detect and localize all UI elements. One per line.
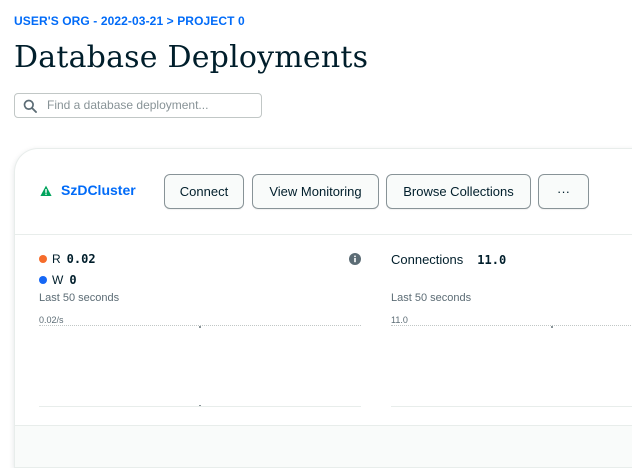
connections-value: 11.0 <box>477 252 507 267</box>
browse-collections-button[interactable]: Browse Collections <box>386 174 531 209</box>
read-key: R <box>52 252 61 266</box>
connections-legend: Connections 11.0 <box>391 252 506 267</box>
write-legend: W 0 <box>39 273 77 287</box>
connections-chart <box>391 321 632 407</box>
search-icon <box>23 99 37 113</box>
cluster-name-link[interactable]: SzDCluster <box>61 182 136 198</box>
write-key: W <box>52 273 64 287</box>
breadcrumb: USER'S ORG - 2022-03-21 > PROJECT 0 <box>14 14 245 28</box>
cluster-card-footer <box>15 425 632 467</box>
search-input[interactable] <box>47 96 257 114</box>
search-box <box>14 93 262 118</box>
connections-metric: Connections 11.0 Last 50 seconds 11.0 <box>391 235 632 425</box>
more-options-button[interactable]: ··· <box>538 174 589 209</box>
breadcrumb-project-link[interactable]: PROJECT 0 <box>177 14 245 28</box>
connections-period-label: Last 50 seconds <box>391 292 472 304</box>
warning-triangle-icon <box>40 185 52 196</box>
operations-read-point <box>199 326 201 328</box>
read-dot <box>39 255 47 263</box>
cluster-card: SzDCluster Connect View Monitoring Brows… <box>14 148 632 468</box>
connections-chart-gridline <box>391 325 632 326</box>
connections-point <box>551 326 553 328</box>
connections-chart-baseline <box>391 406 632 407</box>
view-monitoring-button[interactable]: View Monitoring <box>252 174 379 209</box>
operations-metric: R 0.02 W 0 Last 50 seconds 0.02/s <box>39 235 361 425</box>
write-dot <box>39 276 47 284</box>
page-title: Database Deployments <box>14 40 369 75</box>
read-legend: R 0.02 <box>39 252 96 266</box>
metrics-panel: R 0.02 W 0 Last 50 seconds 0.02/s Connec… <box>15 235 632 425</box>
operations-chart <box>39 321 361 407</box>
operations-chart-baseline <box>39 406 361 407</box>
read-value: 0.02 <box>66 252 96 266</box>
info-icon[interactable] <box>349 253 361 265</box>
cluster-card-header: SzDCluster Connect View Monitoring Brows… <box>15 149 632 235</box>
breadcrumb-separator: > <box>166 14 174 28</box>
connections-label: Connections <box>391 252 464 267</box>
connect-button[interactable]: Connect <box>164 174 244 209</box>
write-value: 0 <box>69 273 77 287</box>
operations-period-label: Last 50 seconds <box>39 292 120 304</box>
breadcrumb-org-link[interactable]: USER'S ORG - 2022-03-21 <box>14 14 163 28</box>
